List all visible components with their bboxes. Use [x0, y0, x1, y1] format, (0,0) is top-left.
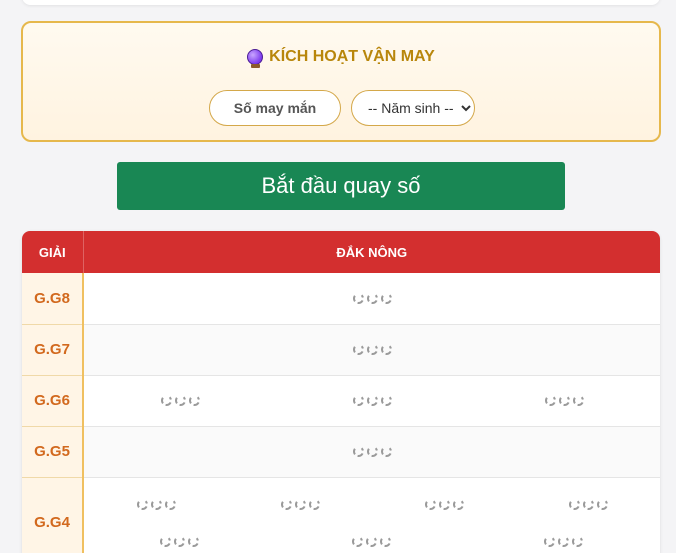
loading-number — [160, 395, 200, 406]
prize-label: G.G5 — [22, 426, 84, 478]
loading-spinner-icon — [380, 344, 392, 355]
luck-activation-panel: KÍCH HOẠT VẬN MAY -- Năm sinh -- — [21, 21, 661, 142]
loading-spinner-icon — [438, 498, 450, 510]
loading-spinner-icon — [380, 535, 392, 547]
lucky-number-input[interactable] — [209, 90, 341, 126]
loading-spinner-icon — [424, 498, 436, 510]
table-row: G.G4 — [22, 477, 660, 553]
loading-number — [352, 395, 392, 406]
loading-spinner-icon — [150, 498, 162, 510]
loading-number — [85, 535, 275, 547]
loading-number — [469, 535, 659, 547]
loading-spinner-icon — [380, 446, 392, 457]
loading-spinner-icon — [568, 498, 580, 510]
loading-spinner-icon — [366, 344, 378, 355]
loading-spinner-icon — [544, 535, 556, 547]
prize-numbers — [83, 324, 660, 376]
birth-year-select[interactable]: -- Năm sinh -- — [351, 90, 475, 126]
loading-spinner-icon — [572, 535, 584, 547]
prize-numbers — [83, 375, 660, 427]
loading-spinner-icon — [308, 498, 320, 510]
loading-spinner-icon — [352, 395, 364, 406]
header-prize: GIẢI — [22, 231, 84, 273]
table-row: G.G8 — [22, 273, 660, 325]
loading-spinner-icon — [174, 395, 186, 406]
loading-spinner-icon — [572, 395, 584, 406]
loading-spinner-icon — [366, 446, 378, 457]
table-row: G.G6 — [22, 375, 660, 427]
loading-number — [516, 498, 660, 510]
loading-spinner-icon — [380, 292, 392, 304]
prize-numbers — [83, 426, 660, 478]
loading-spinner-icon — [380, 395, 392, 406]
luck-panel-title-text: KÍCH HOẠT VẬN MAY — [269, 48, 435, 65]
loading-spinner-icon — [188, 535, 200, 547]
loading-number — [352, 344, 392, 355]
loading-spinner-icon — [352, 344, 364, 355]
crystal-ball-icon — [247, 49, 264, 68]
loading-number — [277, 535, 467, 547]
loading-spinner-icon — [188, 395, 200, 406]
header-province: ĐẮK NÔNG — [83, 231, 660, 273]
loading-number — [352, 446, 392, 457]
loading-spinner-icon — [558, 535, 570, 547]
loading-number — [544, 395, 584, 406]
prize-label: G.G7 — [22, 324, 84, 376]
prize-numbers — [83, 477, 660, 553]
prize-label: G.G6 — [22, 375, 84, 427]
loading-spinner-icon — [160, 395, 172, 406]
loading-spinner-icon — [366, 292, 378, 304]
loading-number — [352, 292, 392, 304]
prize-label: G.G8 — [22, 273, 84, 325]
loading-spinner-icon — [366, 395, 378, 406]
loading-spinner-icon — [558, 395, 570, 406]
loading-spinner-icon — [352, 535, 364, 547]
table-row: G.G5 — [22, 426, 660, 478]
loading-spinner-icon — [352, 446, 364, 457]
loading-spinner-icon — [544, 395, 556, 406]
loading-spinner-icon — [136, 498, 148, 510]
loading-number — [228, 498, 372, 510]
loading-spinner-icon — [160, 535, 172, 547]
previous-card — [22, 0, 660, 5]
table-row: G.G7 — [22, 324, 660, 376]
loading-spinner-icon — [452, 498, 464, 510]
start-spin-button[interactable]: Bắt đầu quay số — [117, 162, 565, 210]
prize-numbers — [83, 273, 660, 325]
loading-spinner-icon — [294, 498, 306, 510]
loading-spinner-icon — [174, 535, 186, 547]
loading-number — [372, 498, 516, 510]
loading-spinner-icon — [596, 498, 608, 510]
loading-spinner-icon — [280, 498, 292, 510]
loading-spinner-icon — [582, 498, 594, 510]
loading-spinner-icon — [366, 535, 378, 547]
results-table: GIẢI ĐẮK NÔNG G.G8 G.G7 G.G6 G.G5 G.G4 — [22, 231, 660, 553]
luck-panel-title: KÍCH HOẠT VẬN MAY — [23, 48, 659, 68]
prize-label: G.G4 — [22, 477, 84, 553]
loading-spinner-icon — [164, 498, 176, 510]
loading-number — [84, 498, 228, 510]
loading-spinner-icon — [352, 292, 364, 304]
